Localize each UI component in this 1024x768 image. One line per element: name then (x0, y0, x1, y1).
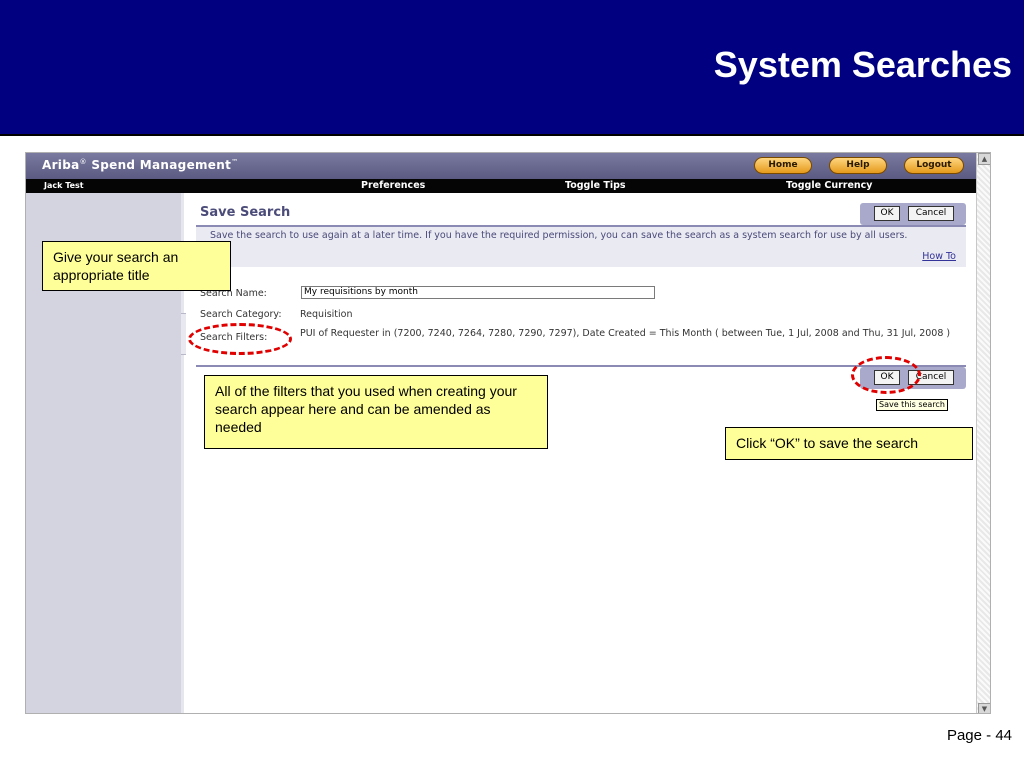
scroll-up-icon[interactable]: ▲ (978, 153, 990, 165)
nav-preferences[interactable]: Preferences (361, 180, 425, 191)
brand-name: Ariba (42, 158, 80, 172)
user-name: Jack Test (44, 181, 84, 190)
app-brand: Ariba® Spend Management™ (42, 158, 238, 172)
ok-tooltip: Save this search (876, 399, 948, 411)
filters-highlight-ring (188, 323, 292, 355)
search-filters-value: PUI of Requester in (7200, 7240, 7264, 7… (300, 328, 951, 339)
app-header: Ariba® Spend Management™ Home Help Logou… (26, 153, 976, 179)
how-to-link[interactable]: How To (922, 251, 956, 262)
logout-button[interactable]: Logout (904, 157, 964, 174)
nav-toggle-tips[interactable]: Toggle Tips (565, 180, 626, 191)
slide-header: System Searches (0, 0, 1024, 136)
vertical-scrollbar[interactable]: ▲ ▼ (976, 153, 990, 713)
search-name-input[interactable]: My requisitions by month (301, 286, 655, 299)
brand-reg: ® (79, 158, 87, 166)
callout-filters: All of the filters that you used when cr… (204, 375, 548, 449)
bottom-divider (196, 365, 966, 367)
ok-button-top[interactable]: OK (874, 206, 900, 221)
home-button[interactable]: Home (754, 157, 812, 174)
search-category-value: Requisition (300, 309, 353, 320)
page-title: Save Search (200, 205, 291, 220)
page-number: Page - 44 (946, 727, 1012, 744)
callout-ok: Click “OK” to save the search (725, 427, 973, 460)
description-text: Save the search to use again at a later … (210, 230, 908, 241)
help-button[interactable]: Help (829, 157, 887, 174)
search-category-label: Search Category: (200, 309, 282, 320)
brand-suffix: Spend Management (91, 158, 232, 172)
nav-toggle-currency[interactable]: Toggle Currency (786, 180, 873, 191)
callout-title: Give your search an appropriate title (42, 241, 231, 291)
description-box: Save the search to use again at a later … (196, 227, 966, 267)
brand-tm: ™ (231, 158, 239, 166)
ok-highlight-ring (851, 356, 921, 394)
app-nav-bar: Jack Test Preferences Toggle Tips Toggle… (26, 179, 976, 193)
top-button-bar: OK Cancel (860, 203, 966, 225)
slide-title: System Searches (713, 44, 1012, 85)
scroll-down-icon[interactable]: ▼ (978, 703, 990, 713)
cancel-button-top[interactable]: Cancel (908, 206, 954, 221)
